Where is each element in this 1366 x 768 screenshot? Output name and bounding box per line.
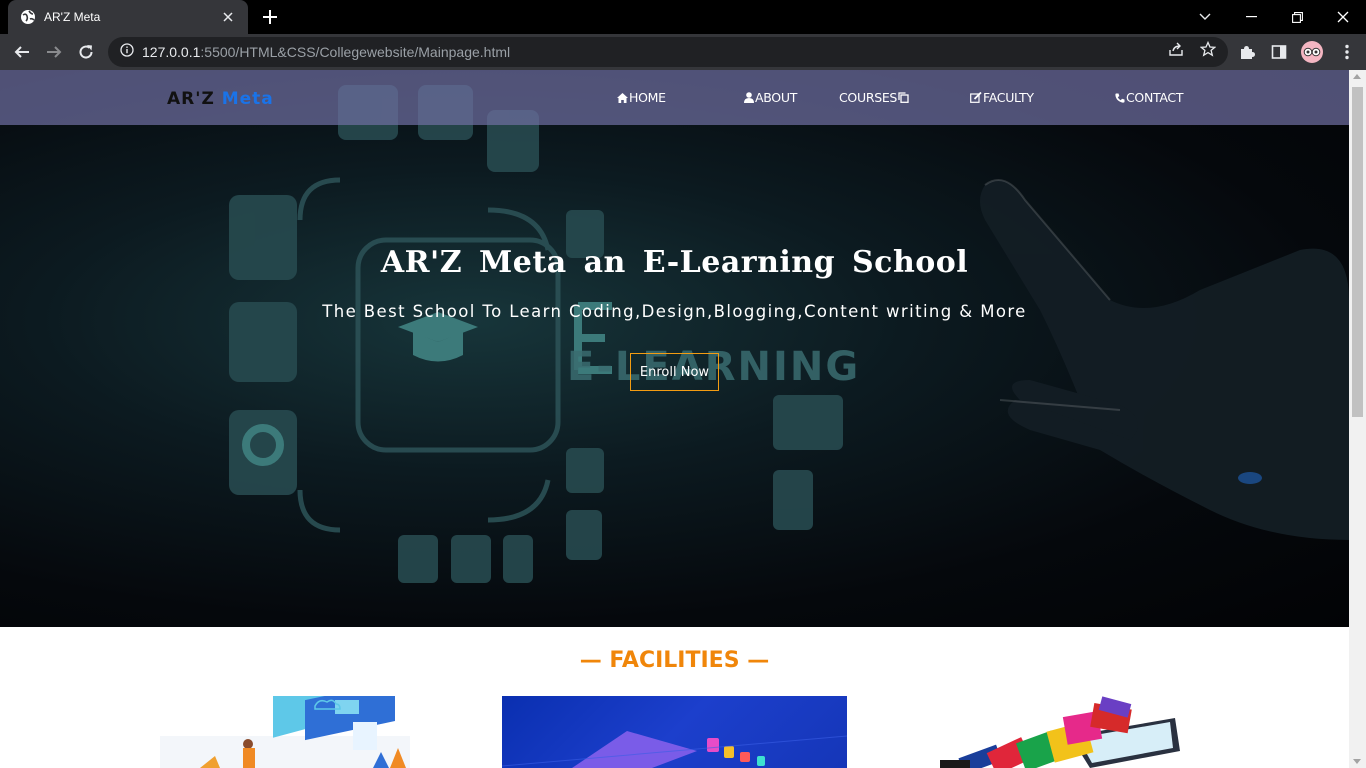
share-icon[interactable]	[1165, 38, 1187, 60]
scrollbar-thumb[interactable]	[1352, 87, 1363, 417]
page-scrollbar[interactable]	[1349, 70, 1366, 768]
menu-kebab-icon[interactable]	[1333, 38, 1361, 66]
copy-icon	[898, 92, 909, 103]
address-bar[interactable]: 127.0.0.1:5500/HTML&CSS/Collegewebsite/M…	[108, 37, 1228, 67]
nav-courses-label: COURSES	[839, 90, 898, 105]
nav-contact-label: CONTACT	[1126, 90, 1184, 105]
nav-faculty-label: FACULTY	[983, 90, 1034, 105]
edit-icon	[970, 92, 982, 103]
site-logo[interactable]: AR'Z Meta	[167, 89, 274, 109]
user-icon	[744, 92, 754, 103]
scroll-up-arrow-icon[interactable]	[1353, 74, 1361, 79]
tab-title: AR'Z Meta	[44, 10, 101, 24]
info-icon[interactable]	[120, 42, 134, 62]
side-panel-icon[interactable]	[1265, 38, 1293, 66]
bookmark-star-icon[interactable]	[1197, 38, 1219, 60]
hero-title: AR'Z Meta an E-Learning School	[380, 245, 969, 280]
hero-subtitle: The Best School To Learn Coding,Design,B…	[322, 302, 1027, 321]
e-learning-background-graphic: E-LEARNING	[229, 85, 1349, 583]
close-window-icon[interactable]	[1320, 0, 1366, 34]
scroll-down-arrow-icon[interactable]	[1353, 759, 1361, 764]
logo-accent-text: Meta	[221, 89, 274, 109]
facility-image-3	[920, 696, 1215, 768]
globe-icon	[20, 9, 36, 25]
nav-courses[interactable]: COURSES	[839, 90, 910, 105]
facilities-heading: — FACILITIES —	[579, 648, 770, 673]
forward-arrow-icon[interactable]	[40, 38, 68, 66]
hero-section: E-LEARNING AR'Z Meta HOME ABOUT COURSES …	[0, 70, 1349, 627]
new-tab-icon[interactable]	[258, 5, 282, 29]
minimize-icon[interactable]	[1228, 0, 1274, 34]
back-arrow-icon[interactable]	[8, 38, 36, 66]
home-icon	[617, 92, 628, 103]
nav-about[interactable]: ABOUT	[744, 90, 797, 105]
enroll-now-button[interactable]: Enroll Now	[630, 353, 719, 391]
browser-tabstrip: AR'Z Meta	[0, 0, 1366, 34]
nav-home[interactable]: HOME	[617, 90, 666, 105]
extensions-puzzle-icon[interactable]	[1233, 38, 1261, 66]
nav-about-label: ABOUT	[755, 90, 798, 105]
site-navbar: AR'Z Meta HOME ABOUT COURSES FACULTY CON…	[0, 70, 1349, 125]
profile-avatar[interactable]	[1301, 41, 1323, 63]
nav-faculty[interactable]: FACULTY	[970, 90, 1034, 105]
url-path: :5500/HTML&CSS/Collegewebsite/Mainpage.h…	[200, 44, 511, 60]
page-viewport: E-LEARNING AR'Z Meta HOME ABOUT COURSES …	[0, 70, 1349, 768]
nav-home-label: HOME	[629, 90, 666, 105]
phone-icon	[1115, 93, 1125, 103]
close-tab-icon[interactable]	[218, 7, 238, 27]
nav-contact[interactable]: CONTACT	[1115, 90, 1183, 105]
restore-icon[interactable]	[1274, 0, 1320, 34]
logo-main-text: AR'Z	[167, 89, 215, 109]
facility-image-2	[502, 696, 847, 768]
url-host: 127.0.0.1	[142, 44, 201, 60]
browser-toolbar: 127.0.0.1:5500/HTML&CSS/Collegewebsite/M…	[0, 34, 1366, 70]
reload-icon[interactable]	[72, 38, 100, 66]
facility-image-1	[160, 696, 420, 768]
browser-tab[interactable]: AR'Z Meta	[8, 0, 248, 34]
tab-search-icon[interactable]	[1182, 0, 1228, 34]
